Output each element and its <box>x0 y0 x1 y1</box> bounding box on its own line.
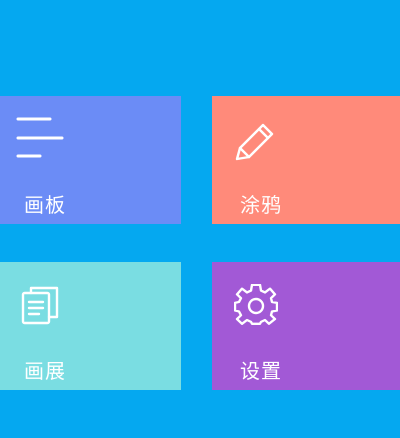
document-icon <box>21 286 59 325</box>
tile-doodle-label: 涂鸦 <box>240 193 282 217</box>
pencil-icon <box>235 123 274 161</box>
tile-gallery[interactable]: 画展 <box>0 262 181 390</box>
tile-settings[interactable]: 设置 <box>212 262 400 390</box>
tile-doodle[interactable]: 涂鸦 <box>212 96 400 224</box>
tile-gallery-label: 画展 <box>24 359 66 383</box>
tile-board[interactable]: 画板 <box>0 96 181 224</box>
tile-settings-label: 设置 <box>240 359 282 383</box>
tile-board-label: 画板 <box>24 193 66 217</box>
gear-icon <box>234 284 278 325</box>
menu-lines-icon <box>16 117 64 158</box>
